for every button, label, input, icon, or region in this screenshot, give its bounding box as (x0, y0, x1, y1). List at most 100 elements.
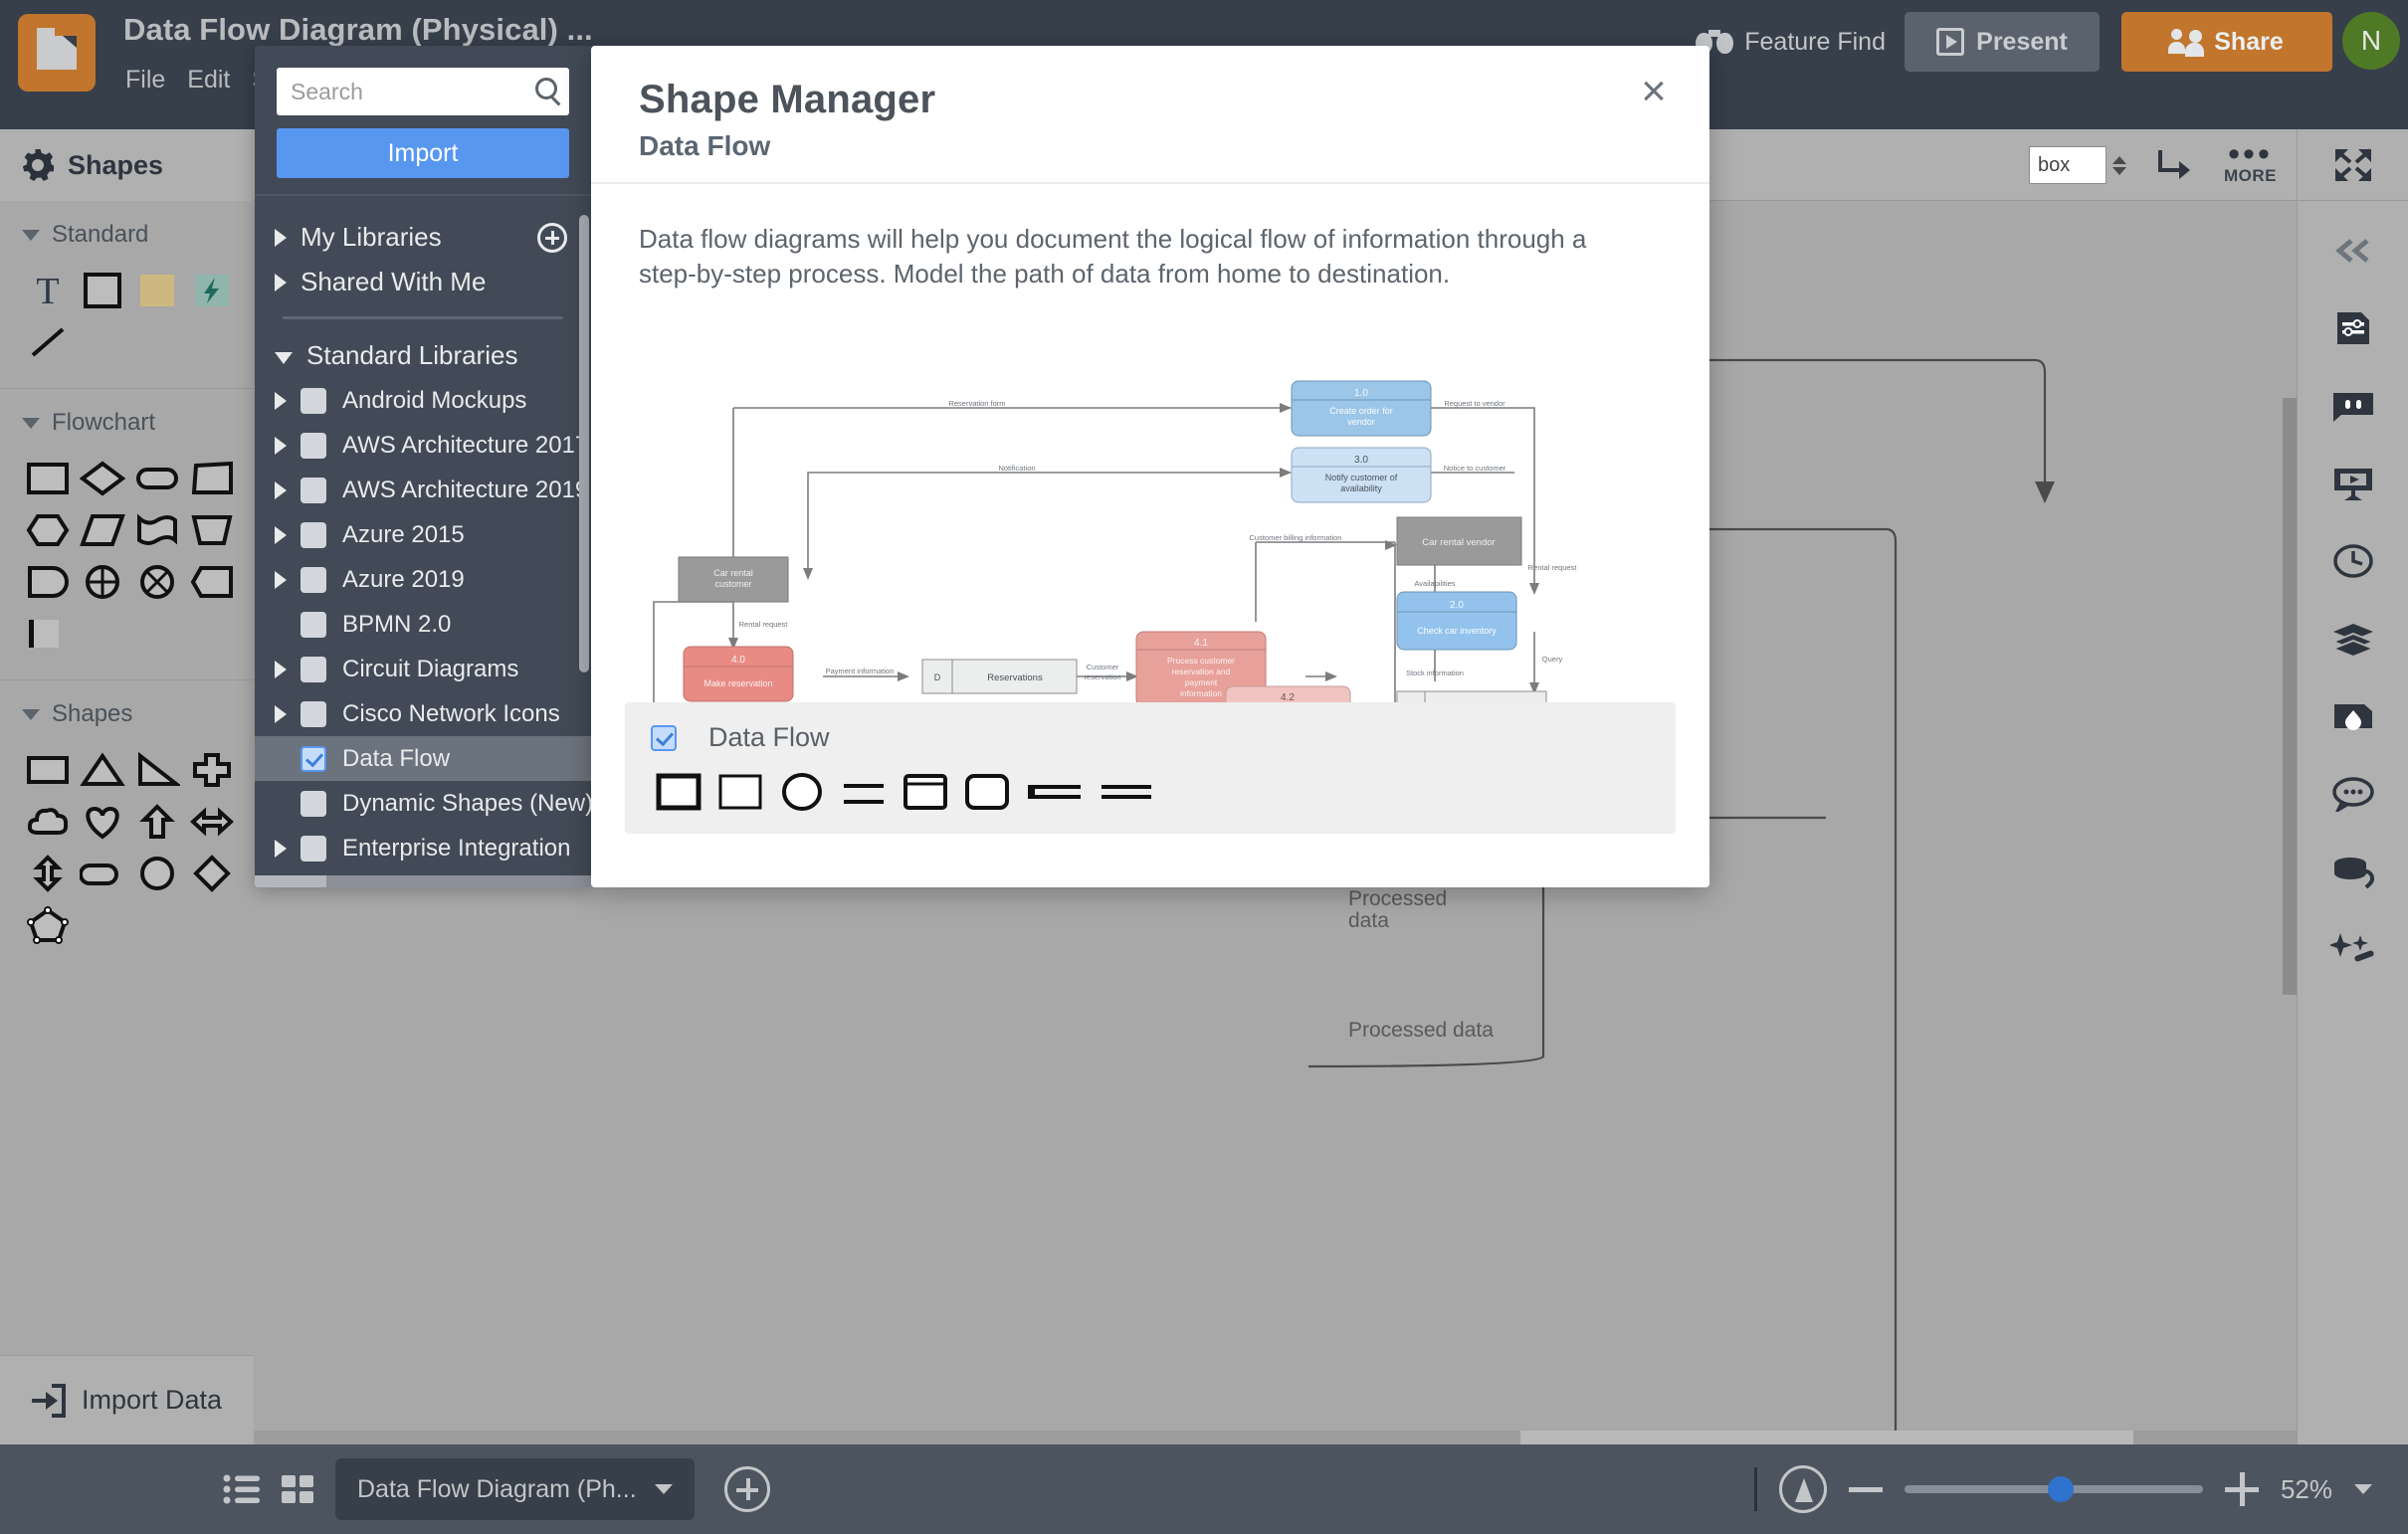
fullscreen-button[interactable] (2297, 129, 2408, 201)
quote-notes-icon[interactable] (2325, 382, 2381, 430)
library-row-data-flow[interactable]: Data Flow (255, 736, 591, 781)
shape-decision[interactable] (75, 453, 129, 504)
library-checkbox[interactable] (301, 835, 326, 862)
chevron-right-icon[interactable] (275, 480, 287, 499)
chevron-right-icon[interactable] (275, 570, 287, 589)
add-page-button[interactable] (723, 1466, 770, 1512)
shape-diamond[interactable] (184, 848, 239, 899)
present-button[interactable]: Present (1905, 12, 2100, 72)
list-view-icon[interactable] (214, 1466, 270, 1512)
library-row-azure-2015[interactable]: Azure 2015 (255, 512, 591, 557)
shape-heart[interactable] (75, 796, 129, 848)
chevron-right-icon[interactable] (275, 839, 287, 858)
chevron-right-icon[interactable] (275, 391, 287, 410)
shape-circle[interactable] (129, 848, 184, 899)
shape-arrow-up[interactable] (129, 796, 184, 848)
shape-parallelogram[interactable] (75, 504, 129, 556)
shape-process-with-header[interactable] (902, 769, 949, 820)
shape-wave-document[interactable] (129, 504, 184, 556)
collapse-panel-icon[interactable] (2325, 227, 2381, 275)
shape-data[interactable] (184, 453, 239, 504)
canvas-horizontal-scrollbar[interactable] (254, 1431, 2297, 1444)
close-icon[interactable]: × (1630, 70, 1678, 117)
library-checkbox[interactable] (301, 656, 326, 682)
shape-card[interactable] (20, 608, 75, 660)
scrollbar-thumb[interactable] (255, 875, 326, 887)
shape-rectangle[interactable] (75, 265, 129, 316)
zoom-in-button[interactable] (2224, 1472, 2259, 1506)
data-link-icon[interactable] (2325, 848, 2381, 895)
app-logo-icon[interactable] (18, 14, 96, 92)
layers-icon[interactable] (2325, 615, 2381, 663)
shape-external-entity[interactable] (655, 769, 702, 820)
library-checkbox[interactable] (301, 566, 326, 593)
canvas-vertical-scrollbar[interactable] (2283, 398, 2297, 995)
menu-item-edit[interactable]: Edit (187, 62, 252, 98)
shapes-tab[interactable]: Shapes (0, 129, 254, 201)
stepper-arrows-icon[interactable] (2112, 155, 2126, 175)
shape-or[interactable] (129, 556, 184, 608)
library-checkbox[interactable] (301, 521, 326, 548)
sidebar-section-shapes[interactable]: Shapes (0, 680, 254, 744)
share-button[interactable]: Share (2121, 12, 2332, 72)
shape-arrow-up-down[interactable] (20, 848, 75, 899)
page-tab[interactable]: Data Flow Diagram (Ph... (335, 1458, 695, 1520)
shape-process[interactable] (20, 453, 75, 504)
shape-trapezoid[interactable] (184, 504, 239, 556)
library-checkbox[interactable] (301, 387, 326, 414)
library-card-header[interactable]: Data Flow (651, 722, 1650, 753)
sidebar-section-flowchart[interactable]: Flowchart (0, 389, 254, 453)
zoom-level-label[interactable]: 52% (2281, 1474, 2332, 1505)
shape-sticky-note[interactable] (129, 265, 184, 316)
more-options-button[interactable]: ••• MORE (2204, 137, 2297, 186)
chevron-right-icon[interactable] (275, 436, 287, 455)
shape-triangle[interactable] (75, 744, 129, 796)
library-checkbox[interactable] (651, 724, 677, 751)
shape-cloud[interactable] (20, 796, 75, 848)
shape-data-store[interactable] (840, 769, 888, 820)
presentation-icon[interactable] (2325, 460, 2381, 507)
scrollbar-thumb[interactable] (1519, 1431, 2133, 1444)
magic-sparkle-icon[interactable] (2325, 925, 2381, 973)
import-data-button[interactable]: Import Data (0, 1355, 254, 1444)
shape-rounded-process[interactable] (963, 769, 1011, 820)
shape-cross[interactable] (184, 744, 239, 796)
search-icon[interactable] (535, 78, 557, 99)
shape-hexagon[interactable] (20, 504, 75, 556)
compass-icon[interactable] (1778, 1465, 1827, 1513)
shape-text[interactable]: T (20, 265, 75, 316)
shape-right-triangle[interactable] (129, 744, 184, 796)
library-row-android-mockups[interactable]: Android Mockups (255, 378, 591, 423)
theme-fill-icon[interactable] (2325, 692, 2381, 740)
library-checkbox[interactable] (301, 745, 326, 772)
shape-preparation[interactable] (184, 556, 239, 608)
library-checkbox[interactable] (301, 790, 326, 817)
document-title[interactable]: Data Flow Diagram (Physical) ... (123, 12, 593, 48)
library-scrollbar[interactable] (579, 215, 589, 672)
library-horizontal-scrollbar[interactable] (255, 875, 591, 887)
chevron-right-icon[interactable] (275, 704, 287, 723)
chevron-down-icon[interactable] (2354, 1484, 2372, 1494)
sidebar-section-standard[interactable]: Standard (0, 201, 254, 265)
document-settings-icon[interactable] (2325, 304, 2381, 352)
library-row-azure-2019[interactable]: Azure 2019 (255, 557, 591, 602)
comment-icon[interactable] (2325, 770, 2381, 818)
shape-pentagon[interactable] (20, 899, 75, 951)
box-size-field[interactable]: box (2029, 146, 2107, 184)
shape-arrow-left-right[interactable] (184, 796, 239, 848)
shape-process-box[interactable] (716, 769, 764, 820)
library-checkbox[interactable] (301, 432, 326, 459)
library-checkbox[interactable] (301, 477, 326, 503)
shape-circle-process[interactable] (778, 769, 826, 820)
shape-delay[interactable] (20, 556, 75, 608)
zoom-slider-knob[interactable] (2047, 1476, 2074, 1502)
box-size-stepper[interactable]: box (2015, 146, 2140, 184)
shape-lightning[interactable] (184, 265, 239, 316)
search-field-wrapper[interactable] (277, 68, 569, 115)
zoom-out-button[interactable] (1848, 1486, 1883, 1492)
menu-item-file[interactable]: File (125, 62, 187, 98)
history-clock-icon[interactable] (2325, 537, 2381, 585)
zoom-slider[interactable] (1904, 1476, 2203, 1502)
shape-data-store-id[interactable] (1025, 769, 1085, 820)
shape-terminator[interactable] (129, 453, 184, 504)
